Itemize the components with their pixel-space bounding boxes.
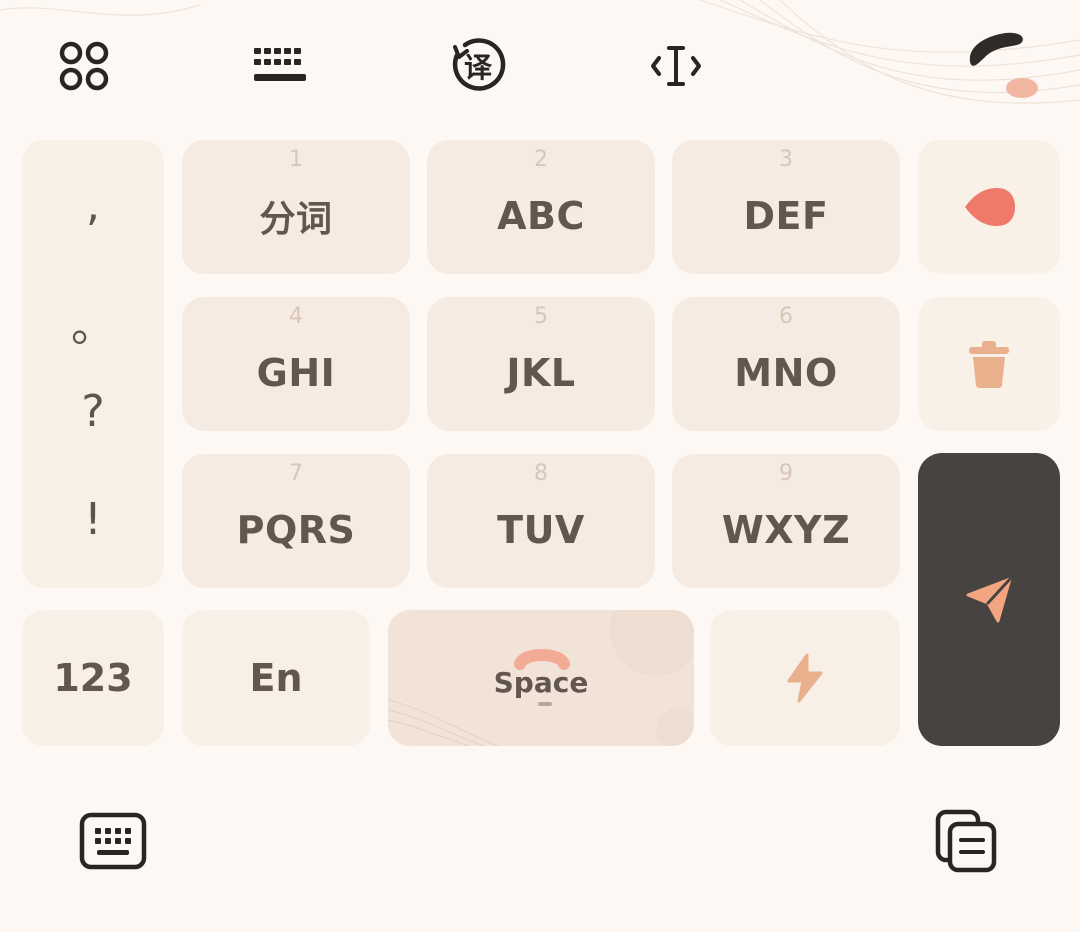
send-icon: [966, 577, 1012, 622]
translate-button[interactable]: 译: [446, 34, 510, 98]
backspace-icon: [965, 188, 1015, 226]
clear-key[interactable]: [918, 297, 1060, 431]
key-6-label: MNO: [734, 351, 838, 395]
clipboard-button[interactable]: [932, 806, 1002, 876]
key-2-label: ABC: [497, 194, 585, 238]
numbers-key-label: 123: [53, 656, 133, 700]
key-3[interactable]: 3 DEF: [672, 140, 900, 274]
apps-grid-button[interactable]: [52, 34, 116, 98]
keyboard-icon: [79, 812, 147, 870]
punct-comma-key[interactable]: ,: [22, 180, 164, 231]
apps-grid-icon: [59, 41, 109, 91]
key-1[interactable]: 1 分词: [182, 140, 410, 274]
send-key[interactable]: [918, 453, 1060, 746]
punct-question-key[interactable]: ?: [22, 386, 164, 437]
cursor-edit-button[interactable]: [644, 34, 708, 98]
key-3-number: 3: [779, 147, 793, 172]
key-4-label: GHI: [256, 351, 336, 395]
trash-icon: [969, 341, 1009, 388]
language-key[interactable]: En: [182, 610, 370, 746]
key-5-number: 5: [534, 304, 548, 329]
punctuation-column: , 。 ? !: [22, 140, 164, 588]
backspace-key[interactable]: [918, 140, 1060, 274]
numbers-key[interactable]: 123: [22, 610, 164, 746]
key-7-number: 7: [289, 461, 303, 486]
key-2-number: 2: [534, 147, 548, 172]
key-5-label: JKL: [506, 351, 576, 395]
key-2[interactable]: 2 ABC: [427, 140, 655, 274]
key-5[interactable]: 5 JKL: [427, 297, 655, 431]
hide-keyboard-button[interactable]: [78, 806, 148, 876]
language-key-label: En: [249, 656, 303, 700]
key-4[interactable]: 4 GHI: [182, 297, 410, 431]
punct-exclaim-key[interactable]: !: [22, 494, 164, 545]
key-7[interactable]: 7 PQRS: [182, 454, 410, 588]
key-9[interactable]: 9 WXYZ: [672, 454, 900, 588]
key-8-number: 8: [534, 461, 548, 486]
key-1-label: 分词: [259, 199, 333, 240]
quick-phrase-key[interactable]: [710, 610, 900, 746]
lightning-icon: [787, 653, 823, 703]
key-7-label: PQRS: [236, 508, 356, 552]
key-1-number: 1: [289, 147, 303, 172]
translate-glyph: 译: [463, 51, 492, 84]
clipboard-icon: [935, 809, 997, 873]
key-6-number: 6: [779, 304, 793, 329]
key-9-label: WXYZ: [721, 508, 851, 552]
space-key-label: Space: [493, 666, 589, 699]
skin-theme-button[interactable]: [960, 22, 1040, 102]
key-3-label: DEF: [743, 194, 829, 238]
skin-theme-icon: [969, 32, 1038, 98]
key-9-number: 9: [779, 461, 793, 486]
punct-period-key[interactable]: 。: [22, 290, 164, 354]
keyboard-layout-button[interactable]: [248, 34, 312, 98]
background-waves: [0, 0, 1080, 104]
keyboard-layout-icon: [254, 48, 306, 81]
space-key[interactable]: Space: [388, 610, 694, 746]
key-6[interactable]: 6 MNO: [672, 297, 900, 431]
key-8-label: TUV: [497, 508, 585, 552]
key-4-number: 4: [289, 304, 303, 329]
cursor-edit-icon: [651, 46, 701, 86]
key-8[interactable]: 8 TUV: [427, 454, 655, 588]
